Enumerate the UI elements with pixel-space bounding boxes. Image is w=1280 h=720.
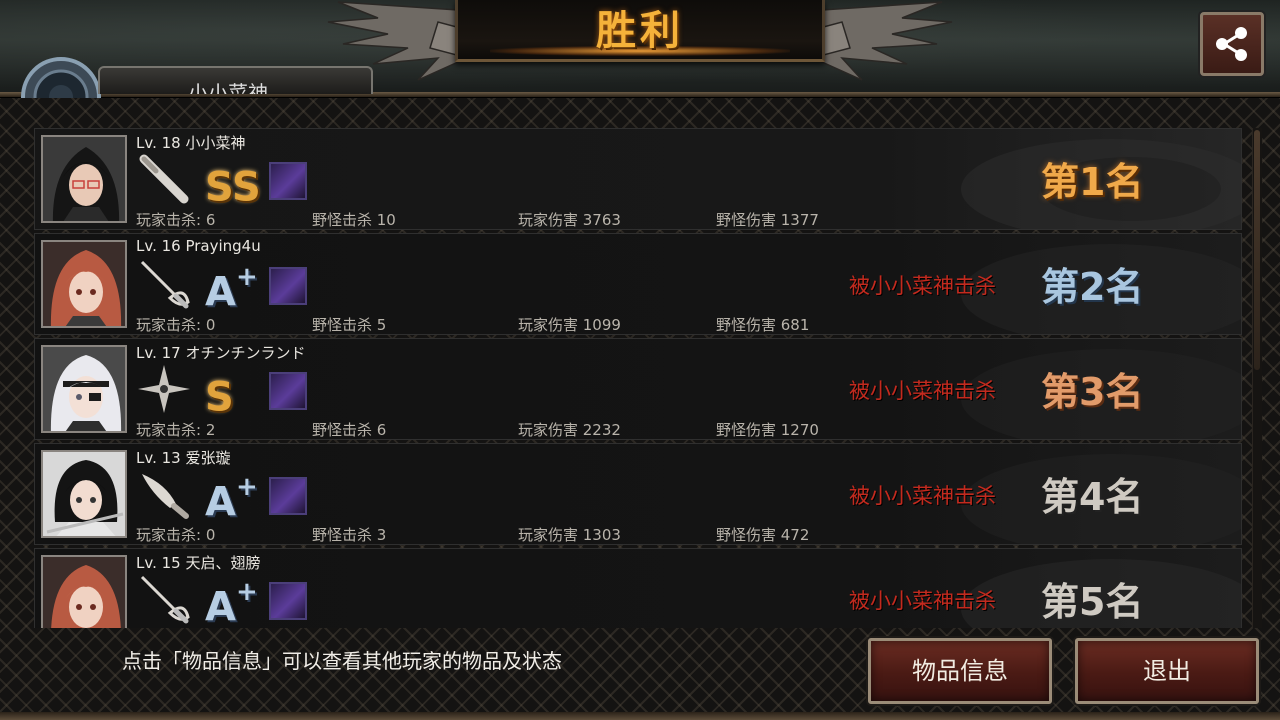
exit-button[interactable]: 退出: [1075, 638, 1259, 704]
left-wing-emblem-icon: [327, 1, 468, 81]
player-avatar: [41, 135, 127, 223]
page-title: 胜利: [596, 8, 684, 54]
monster-damage: 野怪伤害 1270: [716, 421, 819, 439]
hint-text: 点击「物品信息」可以查看其他玩家的物品及状态: [122, 649, 562, 673]
monster-damage: 野怪伤害 1377: [716, 211, 819, 229]
result-row-1[interactable]: Lv. 18 小小菜神 SS 玩家击杀: 6 野怪击杀 10 玩家伤害 3763…: [34, 128, 1242, 230]
rank-label: 第5名: [1041, 580, 1144, 624]
scrollbar-thumb[interactable]: [1254, 130, 1260, 370]
player-level-name: Lv. 13 爱张璇: [136, 449, 231, 467]
player-damage: 玩家伤害 1099: [518, 316, 621, 334]
result-row-4[interactable]: Lv. 13 爱张璇 A+ 玩家击杀: 0 野怪击杀 3 玩家伤害 1303 野…: [34, 443, 1242, 545]
item-info-button[interactable]: 物品信息: [868, 638, 1052, 704]
result-row-2[interactable]: Lv. 16 Praying4u A+ 玩家击杀: 0 野怪击杀 5 玩家伤害 …: [34, 233, 1242, 335]
player-kills: 玩家击杀: 6: [136, 211, 216, 229]
player-level-name: Lv. 18 小小菜神: [136, 134, 246, 152]
rank-label: 第3名: [1041, 370, 1144, 414]
killed-by-text: 被小小菜神击杀: [849, 274, 996, 298]
grade-badge: A+: [205, 472, 258, 526]
player-level-name: Lv. 15 天启、翅膀: [136, 554, 261, 572]
player-avatar: [41, 450, 127, 538]
rapier-icon: [140, 575, 190, 624]
share-button[interactable]: [1200, 12, 1264, 76]
player-kills: 玩家击杀: 0: [136, 316, 216, 334]
monster-kills: 野怪击杀 3: [312, 526, 387, 544]
monster-kills: 野怪击杀 10: [312, 211, 396, 229]
monster-damage: 野怪伤害 472: [716, 526, 810, 544]
killed-by-text: 被小小菜神击杀: [849, 484, 996, 508]
share-icon: [1216, 27, 1247, 61]
knife-icon: [142, 474, 189, 519]
player-damage: 玩家伤害 3763: [518, 211, 621, 229]
player-avatar: [41, 345, 127, 433]
result-row-5[interactable]: Lv. 15 天启、翅膀 A+ 被小小菜神击杀 第5名: [34, 548, 1242, 628]
header-emblem: [16, 52, 106, 98]
shuriken-icon: [138, 365, 190, 413]
rapier-icon: [140, 260, 190, 309]
grade-badge: S: [205, 374, 234, 421]
item-slot-icon: [269, 162, 307, 200]
rank-label: 第4名: [1041, 475, 1144, 519]
item-slot-icon: [269, 372, 307, 410]
player-kills: 玩家击杀: 2: [136, 421, 216, 439]
results-list[interactable]: Lv. 18 小小菜神 SS 玩家击杀: 6 野怪击杀 10 玩家伤害 3763…: [34, 128, 1244, 628]
grade-badge: A+: [205, 577, 258, 628]
item-slot-icon: [269, 267, 307, 305]
player-kills: 玩家击杀: 0: [136, 526, 216, 544]
result-row-3[interactable]: Lv. 17 オチンチンランド S 玩家击杀: 2 野怪击杀 6 玩家伤害 22…: [34, 338, 1242, 440]
player-level-name: Lv. 16 Praying4u: [136, 237, 261, 255]
killed-by-text: 被小小菜神击杀: [849, 589, 996, 613]
monster-damage: 野怪伤害 681: [716, 316, 810, 334]
item-slot-icon: [269, 582, 307, 620]
rank-label: 第2名: [1041, 265, 1144, 309]
player-level-name: Lv. 17 オチンチンランド: [136, 344, 306, 362]
item-slot-icon: [269, 477, 307, 515]
rank-label: 第1名: [1041, 160, 1144, 204]
player-avatar: [41, 240, 127, 328]
right-wing-emblem-icon: [812, 1, 953, 81]
grade-badge: A+: [205, 262, 258, 316]
player-damage: 玩家伤害 1303: [518, 526, 621, 544]
player-avatar: [41, 555, 127, 628]
baseball-bat-icon: [139, 154, 189, 204]
killed-by-text: 被小小菜神击杀: [849, 379, 996, 403]
header-player-name: 小小菜神: [188, 81, 268, 94]
monster-kills: 野怪击杀 6: [312, 421, 387, 439]
player-damage: 玩家伤害 2232: [518, 421, 621, 439]
grade-badge: SS: [205, 164, 261, 211]
monster-kills: 野怪击杀 5: [312, 316, 387, 334]
bottom-rail: [0, 712, 1280, 720]
